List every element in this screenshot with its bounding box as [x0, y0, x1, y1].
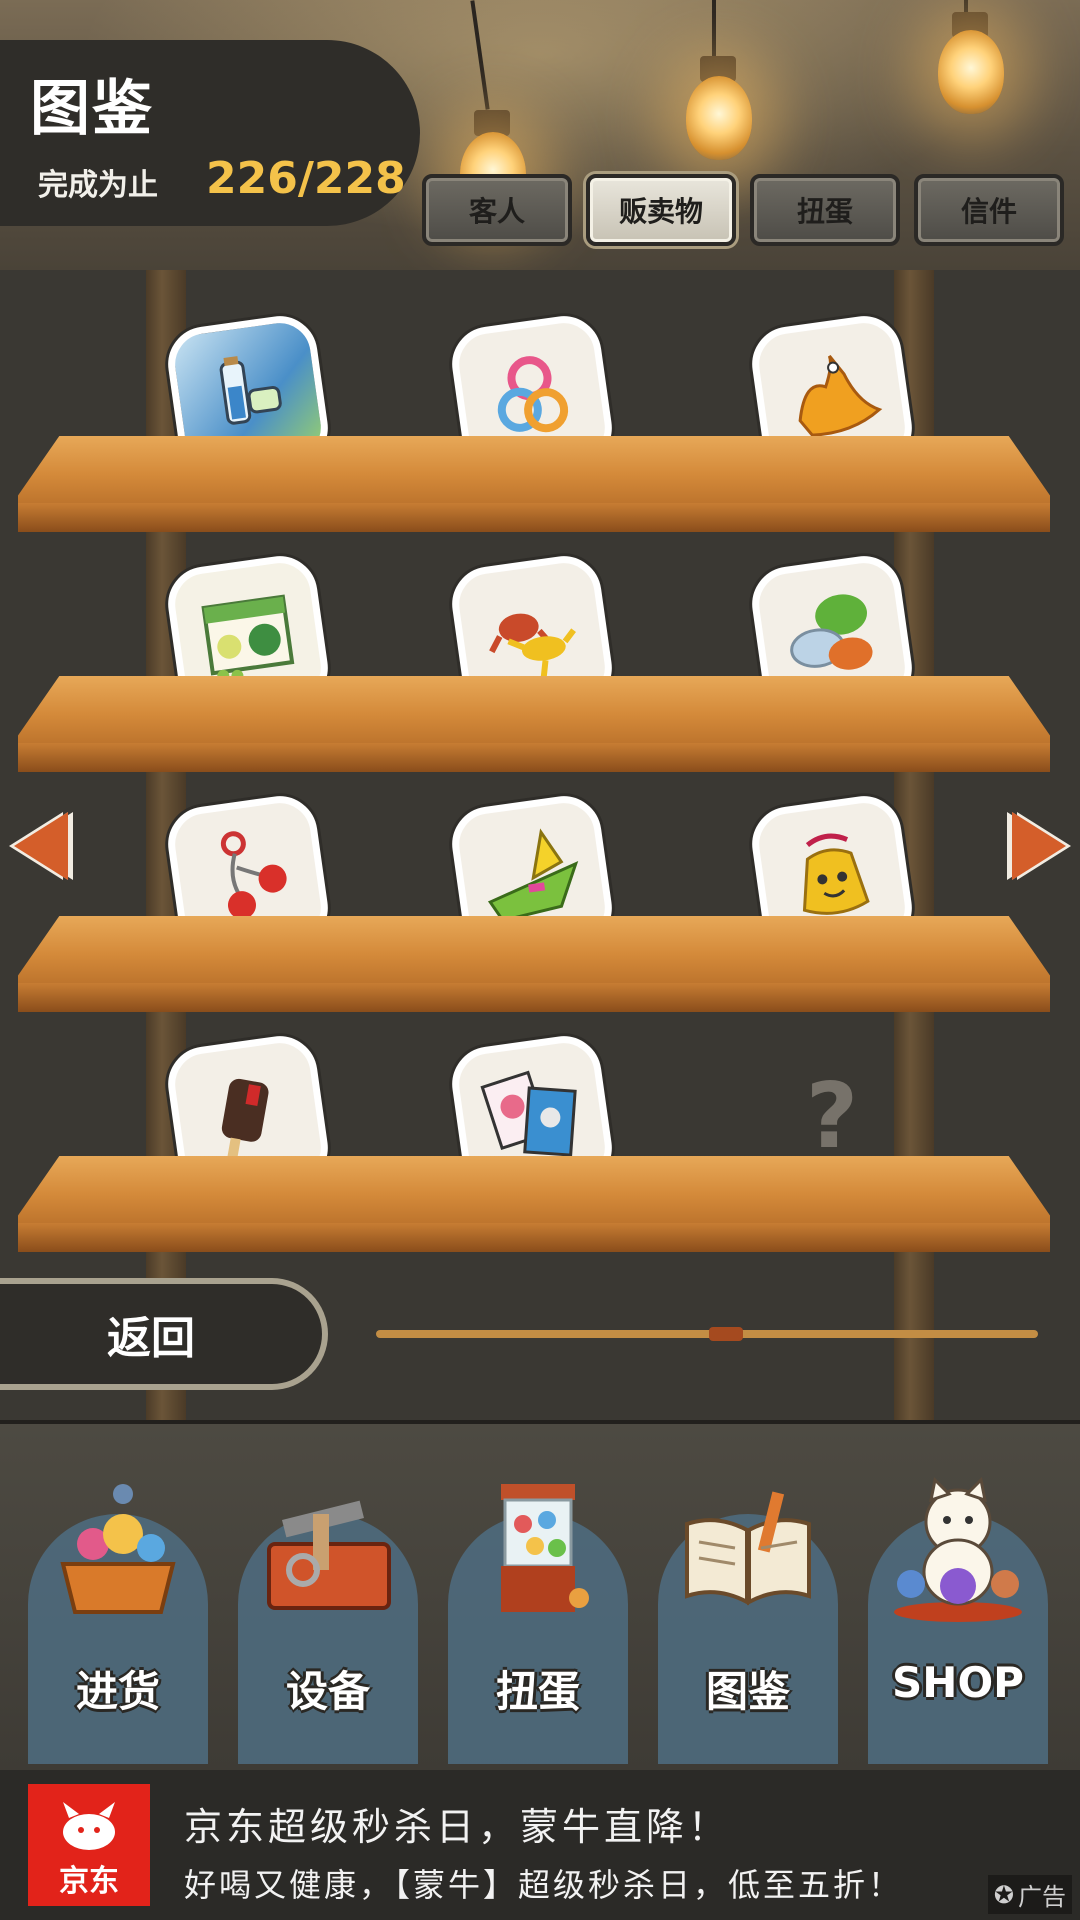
category-tabs: 客人 贩卖物 扭蛋 信件 — [422, 174, 1064, 246]
lamp-wire — [712, 0, 716, 60]
nav-label: 设备 — [285, 1667, 370, 1716]
nav-gacha[interactable]: 扭蛋 — [438, 1444, 638, 1764]
next-page-arrow-icon[interactable] — [1012, 812, 1066, 880]
nav-equipment[interactable]: 设备 — [228, 1444, 428, 1764]
nav-label: 图鉴 — [705, 1667, 790, 1716]
collection-shelf: ? 返回 — [0, 270, 1080, 1420]
page-title: 图鉴 — [30, 74, 154, 144]
page-slider-thumb[interactable] — [709, 1327, 743, 1341]
lamp-wire — [470, 0, 490, 110]
shelf-plank — [18, 916, 1050, 1012]
ad-info-icon: ✪ — [993, 1880, 1014, 1909]
tab-customers[interactable]: 客人 — [422, 174, 572, 246]
lucky-cat-icon — [883, 1474, 1033, 1624]
tab-gacha[interactable]: 扭蛋 — [750, 174, 900, 246]
nav-stock[interactable]: 进货 — [18, 1444, 218, 1764]
shelf-plank — [18, 1156, 1050, 1252]
prev-page-arrow-icon[interactable] — [14, 812, 68, 880]
ad-banner[interactable]: 京东 京东超级秒杀日，蒙牛直降！ 好喝又健康，【蒙牛】超级秒杀日，低至五折！ ✪… — [0, 1770, 1080, 1920]
light-bulb-icon — [686, 76, 752, 160]
progress-value: 226/228 — [206, 153, 406, 204]
tab-merchandise[interactable]: 贩卖物 — [586, 174, 736, 246]
toolbox-icon — [253, 1474, 403, 1624]
header: 图鉴 完成为止 226/228 客人 贩卖物 扭蛋 信件 — [0, 0, 1080, 270]
shelf-plank — [18, 676, 1050, 772]
unknown-item-icon: ? — [805, 1063, 859, 1169]
page-slider[interactable] — [376, 1327, 1038, 1341]
progress-label: 完成为止 — [38, 168, 158, 203]
ad-headline: 京东超级秒杀日，蒙牛直降！ — [184, 1805, 731, 1849]
nav-label: 进货 — [75, 1667, 160, 1716]
nav-shop[interactable]: SHOP — [858, 1444, 1058, 1764]
jd-logo: 京东 — [28, 1784, 150, 1906]
light-bulb-icon — [938, 30, 1004, 114]
shelf-plank — [18, 436, 1050, 532]
nav-label: SHOP — [892, 1658, 1024, 1707]
goods-basket-icon — [43, 1474, 193, 1624]
ad-subtext: 好喝又健康，【蒙牛】超级秒杀日，低至五折！ — [184, 1866, 904, 1904]
ad-badge[interactable]: ✪ 广告 — [987, 1875, 1072, 1914]
ad-badge-label: 广告 — [1018, 1883, 1066, 1911]
nav-collection[interactable]: 图鉴 — [648, 1444, 848, 1764]
back-button[interactable]: 返回 — [0, 1278, 328, 1390]
nav-label: 扭蛋 — [495, 1667, 580, 1716]
open-book-icon — [673, 1474, 823, 1624]
jd-dog-icon — [63, 1802, 115, 1850]
jd-logo-text: 京东 — [59, 1864, 119, 1899]
tab-letters[interactable]: 信件 — [914, 174, 1064, 246]
gacha-machine-icon — [463, 1474, 613, 1624]
bottom-nav: 进货 设备 扭蛋 图鉴 SHOP — [0, 1420, 1080, 1770]
